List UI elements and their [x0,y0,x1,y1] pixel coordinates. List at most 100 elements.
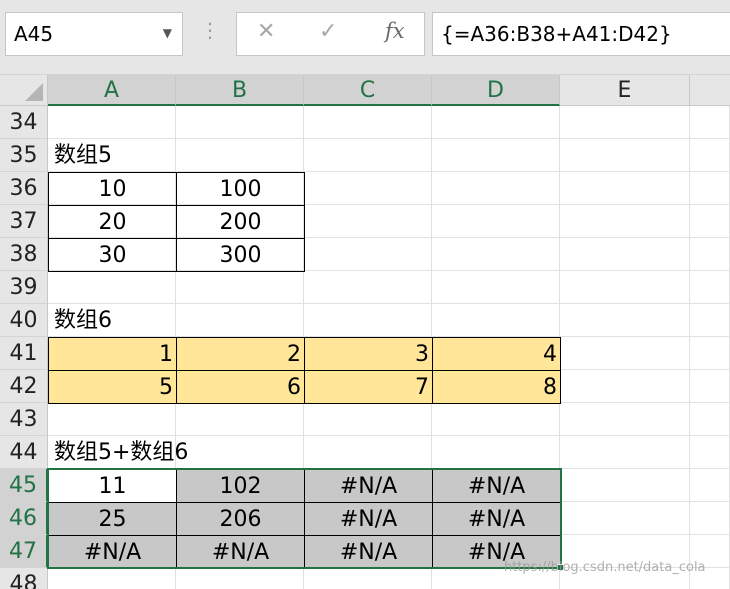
grid-cell[interactable] [48,568,176,589]
row-header-48[interactable]: 48 [0,568,48,589]
more-options-icon[interactable]: ⋮ [200,18,220,42]
result-cell[interactable]: #N/A [432,502,561,536]
grid-cell[interactable] [432,139,560,172]
array6-cell[interactable]: 7 [304,370,433,404]
grid-cell[interactable] [560,106,690,139]
array5-cell[interactable]: 10 [48,172,177,206]
grid-cell[interactable] [176,436,304,469]
insert-function-icon[interactable]: fx [385,19,405,43]
grid-cell[interactable] [48,403,176,436]
column-header-d[interactable]: D [432,75,560,106]
grid-cell[interactable] [304,568,432,589]
grid-cell[interactable] [560,304,690,337]
grid-cell[interactable] [432,271,560,304]
grid-cell[interactable] [176,304,304,337]
chevron-down-icon[interactable]: ▼ [163,26,172,40]
grid-cell[interactable] [690,304,730,337]
grid-cell[interactable] [560,238,690,271]
grid-cell[interactable] [690,271,730,304]
row-header-34[interactable]: 34 [0,106,48,139]
array5-cell[interactable]: 300 [176,238,305,272]
array6-cell[interactable]: 3 [304,337,433,371]
select-all-button[interactable] [0,75,48,106]
grid-cell[interactable] [432,436,560,469]
grid-cell[interactable] [560,337,690,370]
grid-cell[interactable] [176,271,304,304]
grid-cell[interactable] [560,205,690,238]
result-cell-active[interactable]: 11 [48,469,177,503]
result-cell[interactable]: 206 [176,502,305,536]
grid-cell[interactable] [690,205,730,238]
grid-cell[interactable] [560,436,690,469]
row-header-37[interactable]: 37 [0,205,48,238]
array5-cell[interactable]: 200 [176,205,305,239]
name-box[interactable]: A45 ▼ [5,12,183,56]
cancel-icon[interactable]: ✕ [257,19,275,44]
result-cell[interactable]: #N/A [304,535,433,569]
grid-cell[interactable] [432,304,560,337]
grid-cell[interactable] [432,403,560,436]
grid-cell[interactable] [304,304,432,337]
array6-cell[interactable]: 8 [432,370,561,404]
grid-cell[interactable] [560,502,690,535]
grid-cell[interactable] [690,436,730,469]
grid-cell[interactable] [690,403,730,436]
row-header-44[interactable]: 44 [0,436,48,469]
row-header-47[interactable]: 47 [0,535,48,568]
result-cell[interactable]: #N/A [304,502,433,536]
grid-cell[interactable] [432,238,560,271]
grid-cell[interactable] [690,337,730,370]
grid-cell[interactable] [690,469,730,502]
array5-cell[interactable]: 20 [48,205,177,239]
grid-cell[interactable] [304,238,432,271]
array6-cell[interactable]: 2 [176,337,305,371]
grid-cell[interactable] [560,403,690,436]
grid-cell[interactable] [560,370,690,403]
grid-cell[interactable] [176,106,304,139]
label-array5[interactable]: 数组5 [48,139,176,172]
array6-cell[interactable]: 4 [432,337,561,371]
grid-cell[interactable] [48,271,176,304]
grid-cell[interactable] [690,370,730,403]
result-cell[interactable]: #N/A [176,535,305,569]
column-header-b[interactable]: B [176,75,304,106]
grid-cell[interactable] [432,106,560,139]
row-header-40[interactable]: 40 [0,304,48,337]
row-header-46[interactable]: 46 [0,502,48,535]
row-header-45[interactable]: 45 [0,469,48,502]
column-header-a[interactable]: A [48,75,176,106]
array6-cell[interactable]: 1 [48,337,177,371]
grid-cell[interactable] [304,271,432,304]
row-header-42[interactable]: 42 [0,370,48,403]
array6-cell[interactable]: 6 [176,370,305,404]
grid-cell[interactable] [432,172,560,205]
result-cell[interactable]: #N/A [48,535,177,569]
column-header-f[interactable] [690,75,730,106]
formula-input[interactable]: {=A36:B38+A41:D42} [432,12,730,56]
array6-cell[interactable]: 5 [48,370,177,404]
grid-cell[interactable] [560,139,690,172]
grid-cell[interactable] [560,271,690,304]
label-array6[interactable]: 数组6 [48,304,176,337]
row-header-39[interactable]: 39 [0,271,48,304]
row-header-43[interactable]: 43 [0,403,48,436]
grid-cell[interactable] [176,403,304,436]
result-cell[interactable]: 102 [176,469,305,503]
result-cell[interactable]: #N/A [432,469,561,503]
grid-cell[interactable] [690,106,730,139]
grid-cell[interactable] [432,205,560,238]
grid-cell[interactable] [304,139,432,172]
grid-cell[interactable] [690,502,730,535]
grid-cell[interactable] [176,139,304,172]
column-header-c[interactable]: C [304,75,432,106]
grid-cell[interactable] [304,403,432,436]
grid-cell[interactable] [690,172,730,205]
grid-cell[interactable] [560,469,690,502]
row-header-38[interactable]: 38 [0,238,48,271]
array5-cell[interactable]: 30 [48,238,177,272]
grid-cell[interactable] [690,139,730,172]
column-header-e[interactable]: E [560,75,690,106]
grid-cell[interactable] [690,238,730,271]
row-header-35[interactable]: 35 [0,139,48,172]
label-sum[interactable]: 数组5+数组6 [48,436,188,469]
